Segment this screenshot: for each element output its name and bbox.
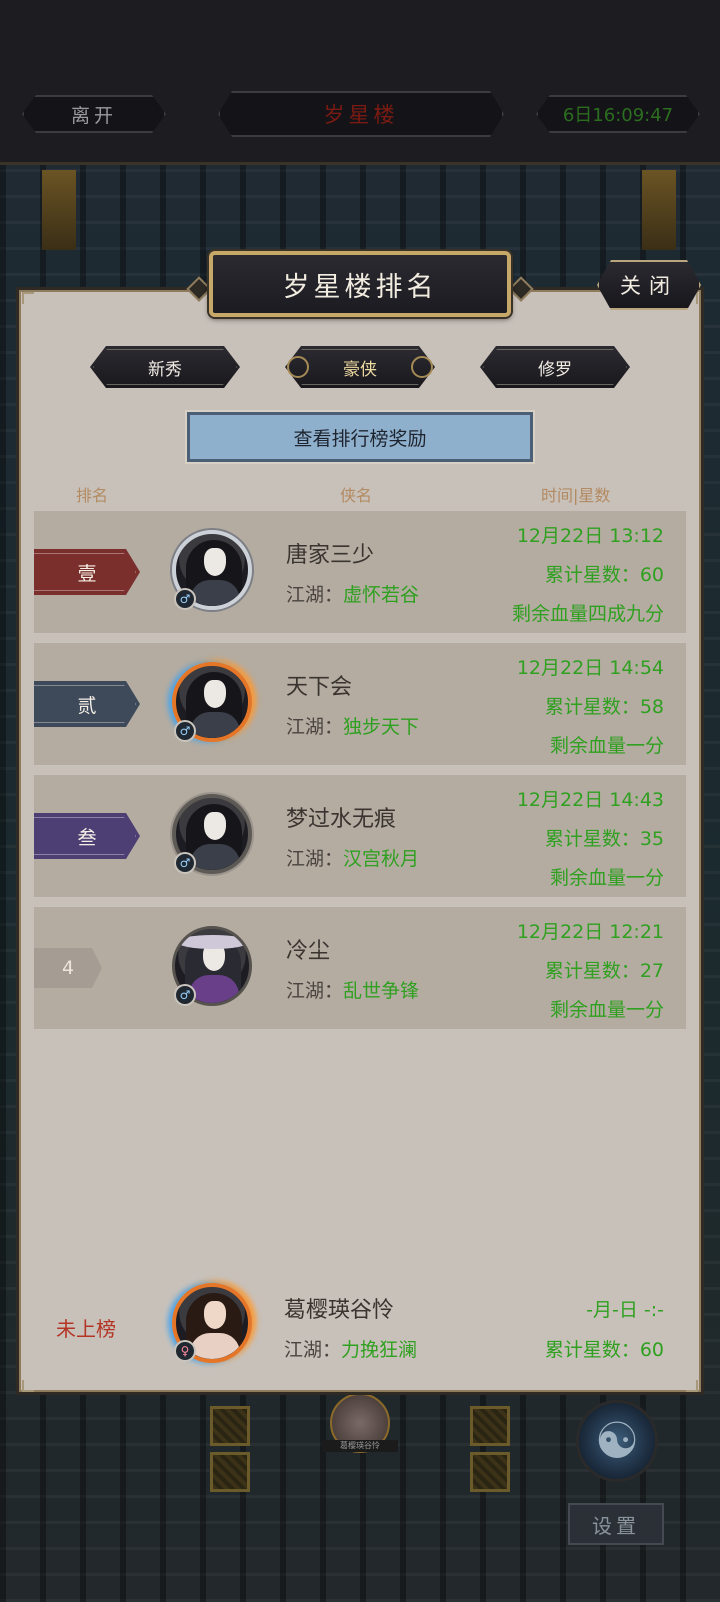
record-time: 12月22日 14:43 <box>516 789 664 811</box>
pillar-left <box>42 170 76 250</box>
star-count: 累计星数：35 <box>544 828 664 850</box>
column-header-name: 侠名 <box>340 486 373 505</box>
rank-badge: 壹 <box>34 549 140 595</box>
remaining-hp: 剩余血量四成九分 <box>511 603 664 625</box>
jianghu-title: 江湖：乱世争锋 <box>286 980 420 1002</box>
player-name-tag: 葛樱瑛谷怜 <box>322 1440 398 1452</box>
player-name: 梦过水无痕 <box>286 807 397 832</box>
corner-ornament <box>22 1380 34 1392</box>
column-header-rank: 排名 <box>76 486 109 505</box>
pillar-right <box>642 170 676 250</box>
yin-yang-icon[interactable]: ☯ <box>576 1400 658 1482</box>
record-time: 12月22日 12:21 <box>516 921 664 943</box>
self-record-time: -月-日 -:- <box>586 1299 664 1321</box>
self-name: 葛樱瑛谷怜 <box>284 1298 395 1323</box>
window-ornament <box>470 1452 510 1492</box>
star-count: 累计星数：60 <box>544 564 664 586</box>
remaining-hp: 剩余血量一分 <box>549 999 664 1021</box>
tab-asura[interactable]: 修罗 <box>480 346 630 388</box>
male-icon: ♂ <box>174 720 196 742</box>
male-icon: ♂ <box>174 984 196 1006</box>
tab-newcomer[interactable]: 新秀 <box>90 346 240 388</box>
male-icon: ♂ <box>174 588 196 610</box>
player-name: 冷尘 <box>286 939 331 964</box>
window-ornament <box>210 1452 250 1492</box>
star-count: 累计星数：27 <box>544 960 664 982</box>
jianghu-title: 江湖：独步天下 <box>286 716 420 738</box>
corner-ornament <box>686 1380 698 1392</box>
event-timer: 6日16:09:47 <box>536 95 700 133</box>
rank-badge: 贰 <box>34 681 140 727</box>
view-rewards-button[interactable]: 查看排行榜奖励 <box>187 412 533 462</box>
player-name: 唐家三少 <box>286 543 375 568</box>
window-ornament <box>470 1406 510 1446</box>
remaining-hp: 剩余血量一分 <box>549 867 664 889</box>
self-star-count: 累计星数：60 <box>544 1339 664 1361</box>
window-ornament <box>210 1406 250 1446</box>
male-icon: ♂ <box>174 852 196 874</box>
panel-title: 岁星楼排名 <box>209 251 511 317</box>
jianghu-title: 江湖：虚怀若谷 <box>286 584 420 606</box>
corner-ornament <box>22 292 34 304</box>
star-count: 累计星数：58 <box>544 696 664 718</box>
tab-ornament <box>287 356 309 378</box>
settings-button[interactable]: 设置 <box>568 1503 664 1545</box>
tab-ornament <box>411 356 433 378</box>
leave-button[interactable]: 离开 <box>22 95 166 133</box>
player-name: 天下会 <box>286 675 353 700</box>
column-header-time-stars: 时间|星数 <box>541 486 611 505</box>
self-jianghu-title: 江湖：力挽狂澜 <box>284 1339 418 1361</box>
remaining-hp: 剩余血量一分 <box>549 735 664 757</box>
top-bar: 离开 岁星楼 6日16:09:47 <box>0 0 720 165</box>
rank-badge: 4 <box>34 948 102 988</box>
record-time: 12月22日 13:12 <box>516 525 664 547</box>
self-rank-status: 未上榜 <box>56 1317 116 1341</box>
location-title: 岁星楼 <box>218 91 504 137</box>
rank-badge: 叁 <box>34 813 140 859</box>
close-button[interactable]: 关闭 <box>597 260 701 310</box>
record-time: 12月22日 14:54 <box>516 657 664 679</box>
jianghu-title: 江湖：汉宫秋月 <box>286 848 420 870</box>
female-icon: ♀ <box>174 1340 196 1362</box>
